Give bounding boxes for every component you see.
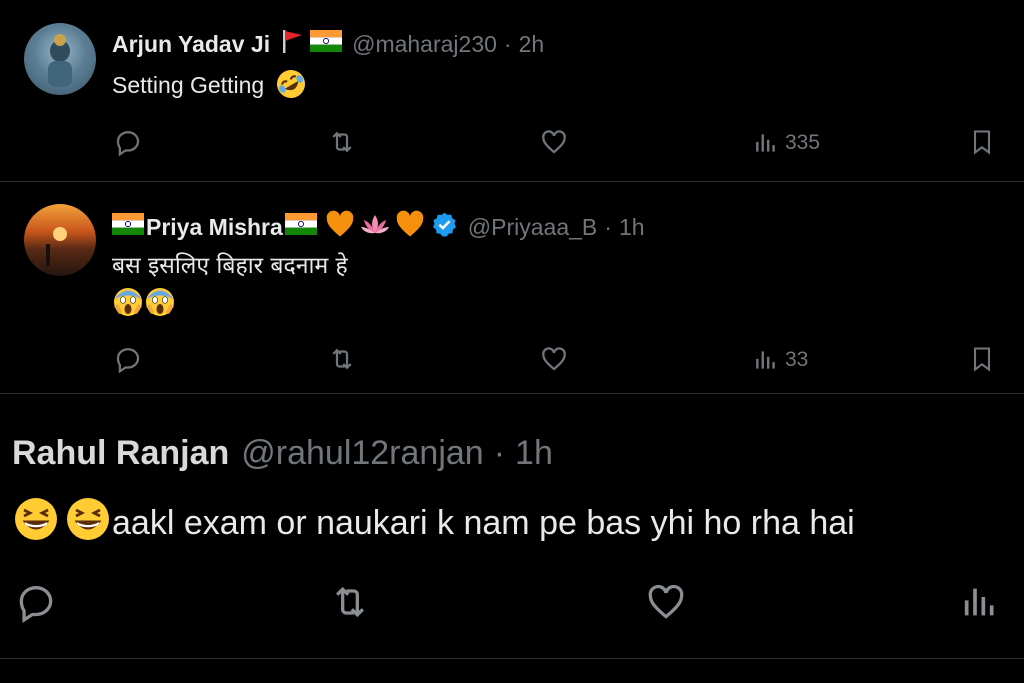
like-icon <box>648 584 684 619</box>
avatar[interactable] <box>24 204 96 276</box>
retweet-icon <box>335 586 365 618</box>
retweet-button[interactable] <box>326 580 374 624</box>
like-button[interactable] <box>539 344 569 374</box>
like-icon <box>542 130 566 154</box>
bookmark-button[interactable] <box>968 344 996 374</box>
timestamp[interactable]: 1h <box>515 434 553 473</box>
views-button[interactable] <box>960 582 1000 622</box>
reply-button[interactable] <box>14 580 58 624</box>
retweet-button[interactable] <box>326 127 358 157</box>
reply-button[interactable] <box>113 344 143 374</box>
avatar-image <box>48 34 72 87</box>
avatar-image <box>46 227 67 266</box>
tweet-2[interactable]: Priya Mishra @Priyaaa_B · 1h बस इसलिए बि… <box>0 182 1024 392</box>
lotus-icon <box>359 211 391 243</box>
screaming-face-emoji-icon <box>112 286 144 324</box>
reply-icon <box>116 348 140 374</box>
author-handle[interactable]: @rahul12ranjan <box>241 434 483 473</box>
views-button[interactable]: 335 <box>753 130 820 156</box>
tweet-text-container: बस इसलिए बिहार बदनाम हे <box>112 248 348 324</box>
like-button[interactable] <box>539 127 569 157</box>
views-icon <box>964 588 994 616</box>
separator: · <box>503 30 512 57</box>
reply-button[interactable] <box>113 127 143 157</box>
reply-icon <box>19 586 53 624</box>
bookmark-icon <box>973 130 991 155</box>
tweet-text-container: aakl exam or naukari k nam pe bas yhi ho… <box>12 495 855 552</box>
screaming-face-emoji-icon <box>144 286 176 324</box>
india-flag-icon <box>284 213 317 241</box>
retweet-icon <box>332 348 352 370</box>
views-count: 335 <box>785 131 821 154</box>
tweet-text: aakl exam or naukari k nam pe bas yhi ho… <box>112 504 855 542</box>
india-flag-icon <box>310 30 343 58</box>
timestamp[interactable]: 2h <box>519 31 545 58</box>
tweet-text-container: Setting Getting <box>112 68 307 106</box>
india-flag-icon <box>112 213 144 241</box>
views-icon <box>756 351 775 369</box>
avatar[interactable] <box>24 23 96 95</box>
author-handle[interactable]: @maharaj230 <box>352 31 497 58</box>
author-handle[interactable]: @Priyaaa_B <box>468 214 597 241</box>
scream-emojis <box>112 286 348 324</box>
grinning-squinting-emoji-icon <box>12 495 60 552</box>
bookmark-button[interactable] <box>968 127 996 157</box>
like-button[interactable] <box>643 580 689 624</box>
bookmark-icon <box>973 347 991 372</box>
tweet-text: Setting Getting <box>112 72 265 99</box>
timestamp[interactable]: 1h <box>619 214 645 241</box>
orange-heart-icon <box>395 210 425 244</box>
author-name[interactable]: Priya Mishra <box>146 214 283 241</box>
tweet-1[interactable]: Arjun Yadav Ji @maharaj230 · 2h Setting … <box>0 0 1024 181</box>
author-name[interactable]: Rahul Ranjan <box>12 434 229 473</box>
views-button[interactable]: 33 <box>753 347 808 373</box>
tweet-text: बस इसलिए बिहार बदनाम हे <box>112 253 348 279</box>
reply-icon <box>116 131 140 157</box>
rolling-laughing-emoji-icon <box>275 68 307 106</box>
author-name[interactable]: Arjun Yadav Ji <box>112 31 270 58</box>
retweet-icon <box>332 131 352 153</box>
separator: · <box>493 434 506 472</box>
verified-badge-icon[interactable] <box>431 211 458 244</box>
separator: · <box>604 213 612 240</box>
views-icon <box>756 134 775 152</box>
views-count: 33 <box>785 348 809 371</box>
divider <box>0 658 1024 659</box>
like-icon <box>542 347 566 371</box>
red-flag-icon <box>280 28 304 60</box>
tweet-3[interactable]: Rahul Ranjan @rahul12ranjan · 1h aakl ex… <box>0 394 1024 683</box>
retweet-button[interactable] <box>326 344 358 374</box>
orange-heart-icon <box>325 210 355 244</box>
grinning-squinting-emoji-icon <box>64 495 112 552</box>
